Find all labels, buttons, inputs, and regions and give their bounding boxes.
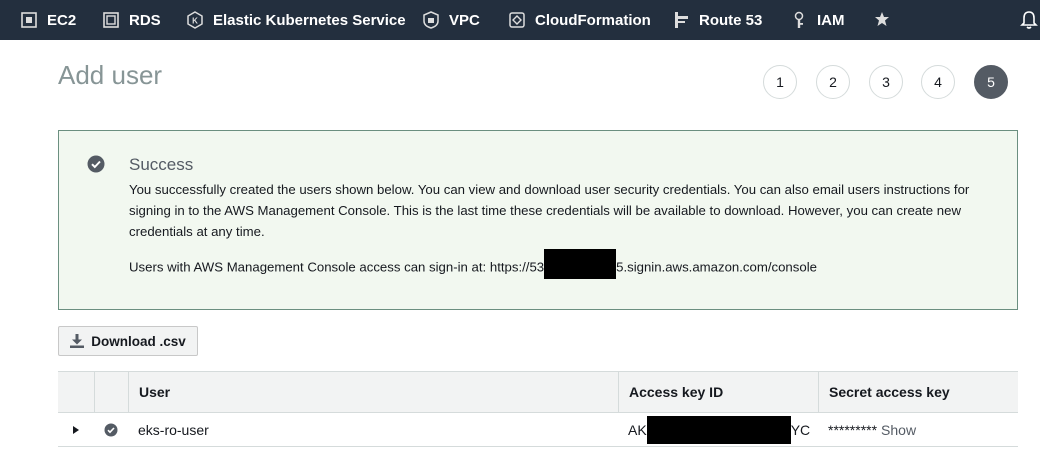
nav-item-vpc[interactable]: VPC — [422, 0, 480, 40]
top-navigation-bar: EC2 RDS K Elastic Kubernetes Service VPC… — [0, 0, 1040, 40]
step-2[interactable]: 2 — [816, 65, 850, 99]
eks-icon: K — [187, 11, 203, 29]
nav-item-label: Elastic Kubernetes Service — [213, 11, 406, 29]
success-title: Success — [129, 155, 194, 174]
nav-item-ec2[interactable]: EC2 — [20, 0, 76, 40]
pin-icon — [875, 12, 889, 26]
nav-item-label: VPC — [449, 11, 480, 29]
signin-url-line: Users with AWS Management Console access… — [129, 249, 817, 279]
redaction-block — [646, 416, 791, 444]
caret-right-icon — [73, 426, 79, 434]
table-header: User Access key ID Secret access key — [58, 371, 1018, 413]
success-alert: Success You successfully created the use… — [58, 130, 1018, 310]
row-status — [94, 413, 128, 447]
step-3[interactable]: 3 — [869, 65, 903, 99]
show-secret-link[interactable]: Show — [881, 422, 916, 438]
download-csv-button[interactable]: Download .csv — [58, 326, 198, 356]
page-title: Add user — [58, 60, 163, 90]
nav-item-label: CloudFormation — [535, 11, 651, 29]
check-circle-icon — [87, 155, 105, 173]
nav-item-label: Route 53 — [699, 11, 763, 29]
secret-access-key: ********* Show — [828, 413, 1018, 447]
expand-row-button[interactable] — [58, 413, 94, 447]
header-access-key-id[interactable]: Access key ID — [618, 372, 818, 412]
step-1[interactable]: 1 — [763, 65, 797, 99]
cloudformation-icon — [509, 12, 525, 28]
route53-icon — [675, 12, 688, 28]
header-secret-access-key[interactable]: Secret access key — [818, 372, 1018, 412]
nav-item-eks[interactable]: K Elastic Kubernetes Service — [186, 0, 406, 40]
nav-item-rds[interactable]: RDS — [102, 0, 161, 40]
access-key-suffix: YC — [790, 422, 811, 438]
check-circle-icon — [104, 423, 118, 437]
ec2-icon — [21, 12, 37, 28]
access-key-id: AK YC — [628, 413, 818, 447]
signin-suffix: 5.signin.aws.amazon.com/console — [616, 259, 817, 275]
download-icon — [70, 334, 85, 348]
nav-item-iam[interactable]: IAM — [790, 0, 845, 40]
pin-button[interactable] — [873, 0, 900, 40]
nav-item-cloudformation[interactable]: CloudFormation — [508, 0, 651, 40]
access-key-prefix: AK — [628, 422, 647, 438]
step-5[interactable]: 5 — [974, 65, 1008, 99]
user-name: eks-ro-user — [138, 422, 209, 438]
iam-icon — [794, 11, 804, 28]
header-user[interactable]: User — [128, 372, 618, 412]
nav-item-route53[interactable]: Route 53 — [672, 0, 762, 40]
rds-icon — [103, 12, 119, 28]
signin-prefix: Users with AWS Management Console access… — [129, 259, 545, 275]
header-status-column — [94, 372, 128, 412]
bell-icon[interactable] — [1020, 10, 1038, 30]
vpc-icon — [423, 11, 439, 29]
nav-item-label: IAM — [817, 11, 845, 29]
nav-item-label: RDS — [129, 11, 161, 29]
nav-item-label: EC2 — [47, 11, 77, 29]
redaction-block — [544, 249, 617, 279]
download-button-label: Download .csv — [91, 333, 186, 349]
svg-text:K: K — [192, 17, 198, 26]
header-expand-column — [58, 372, 94, 412]
table-row: eks-ro-user AK YC ********* Show — [58, 413, 1018, 447]
step-4[interactable]: 4 — [921, 65, 955, 99]
success-message: You successfully created the users shown… — [129, 182, 970, 239]
secret-masked: ********* — [828, 422, 878, 438]
